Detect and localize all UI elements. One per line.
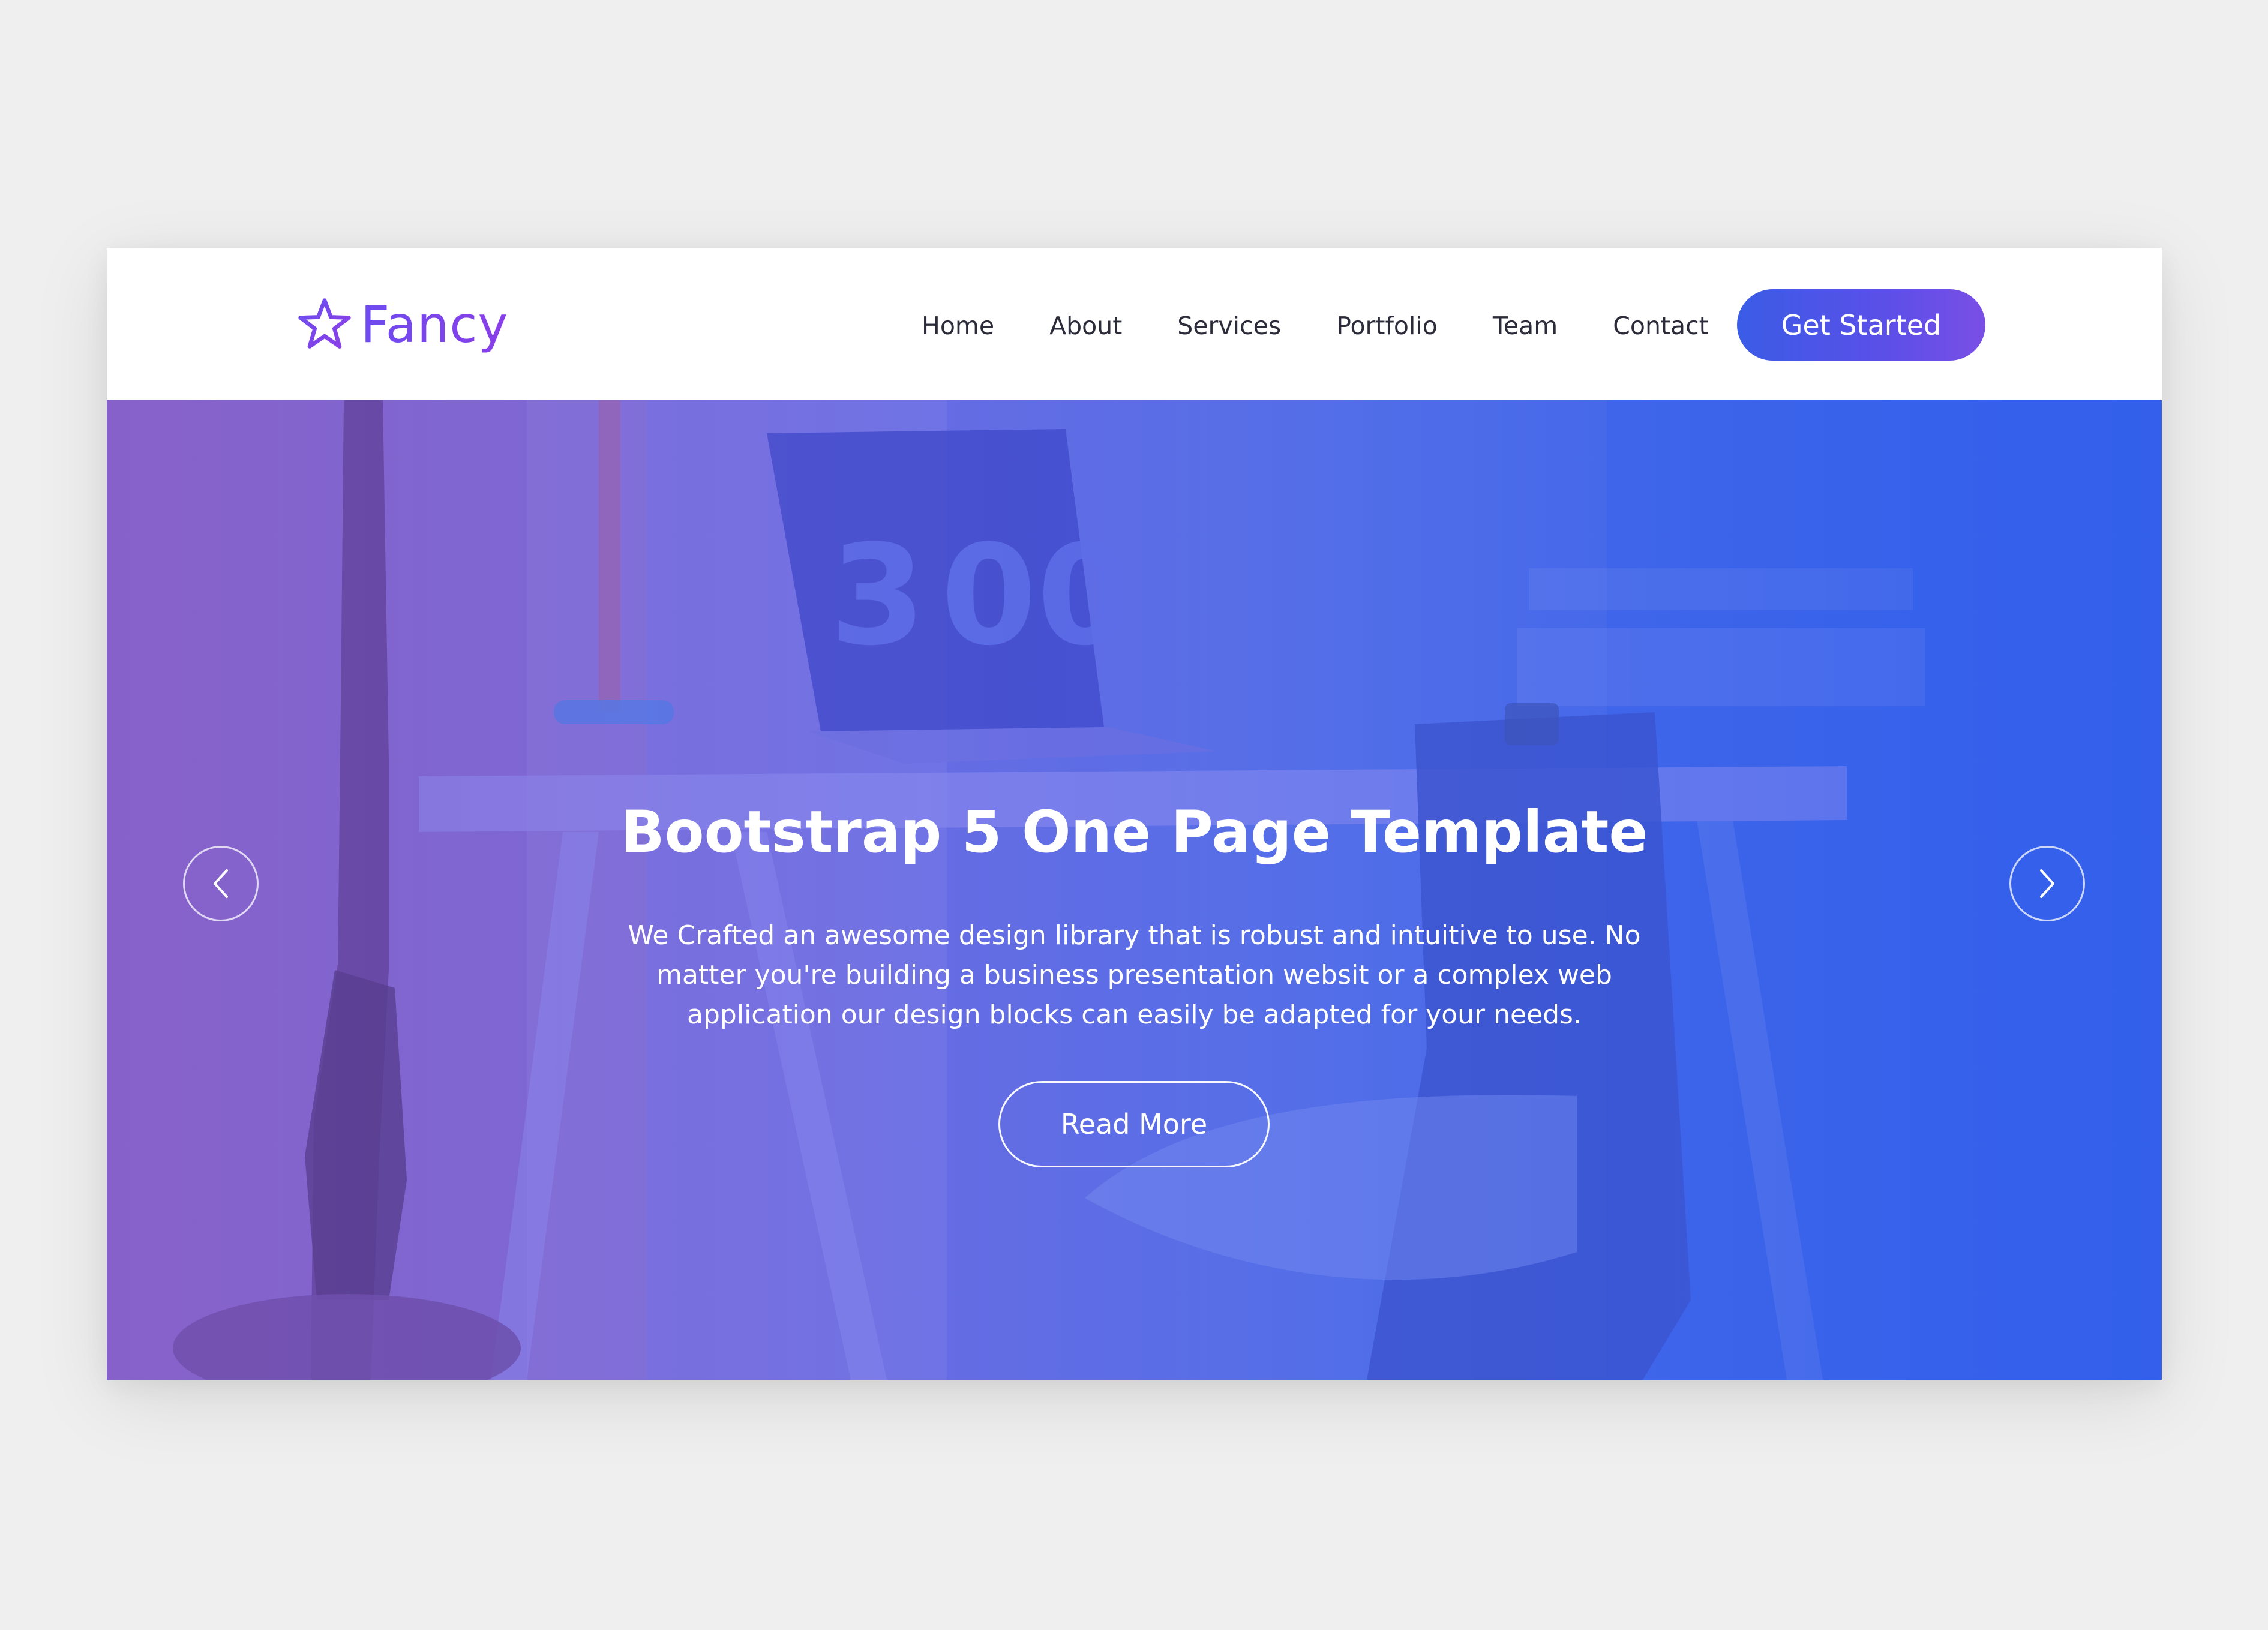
nav-link-contact[interactable]: Contact (1613, 302, 1709, 350)
chevron-right-icon (2040, 869, 2054, 898)
hero-gradient-overlay (107, 400, 2162, 1380)
slider-next-button[interactable] (2009, 846, 2085, 921)
main-nav: Home About Services Portfolio Team Conta… (922, 302, 1709, 350)
chevron-left-icon (214, 869, 228, 898)
website-frame: Fancy Home About Services Portfolio Team… (107, 248, 2162, 1380)
hero-slider: 3 00 (107, 400, 2162, 1380)
nav-link-services[interactable]: Services (1177, 302, 1281, 350)
read-more-button[interactable]: Read More (998, 1081, 1270, 1167)
star-outline-icon (298, 298, 351, 349)
hero-title: Bootstrap 5 One Page Template (620, 799, 1648, 866)
get-started-button[interactable]: Get Started (1737, 289, 1985, 361)
page-background: Fancy Home About Services Portfolio Team… (0, 0, 2268, 1630)
nav-link-portfolio[interactable]: Portfolio (1336, 302, 1438, 350)
brand-name: Fancy (361, 295, 509, 354)
nav-link-about[interactable]: About (1049, 302, 1122, 350)
brand-logo[interactable]: Fancy (296, 295, 508, 355)
site-header: Fancy Home About Services Portfolio Team… (107, 248, 2162, 400)
hero-description: We Crafted an awesome design library tha… (628, 920, 1641, 1030)
nav-link-team[interactable]: Team (1493, 302, 1558, 350)
nav-link-home[interactable]: Home (922, 302, 994, 350)
